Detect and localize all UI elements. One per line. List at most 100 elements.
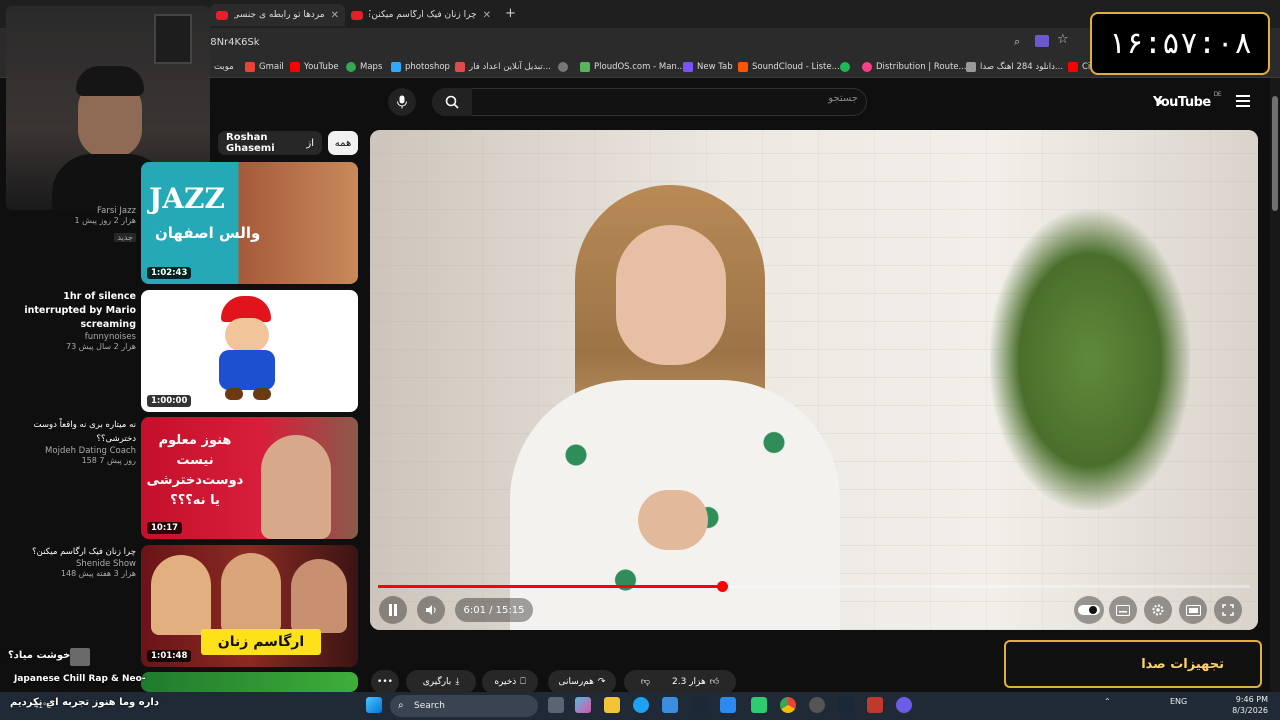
- scrollbar-thumb[interactable]: [1272, 96, 1278, 211]
- bookmark-item[interactable]: دانلود 284 اهنگ صدا...: [966, 59, 1063, 75]
- globe-icon: [558, 62, 568, 72]
- bookmark-item[interactable]: Ci: [1068, 59, 1090, 75]
- bookmark-label: Maps: [360, 62, 383, 72]
- chip-from-channel[interactable]: Roshan Ghasemi از: [218, 131, 322, 155]
- share-button[interactable]: هم‌رسانی ↷: [548, 670, 616, 694]
- browser-tab-active[interactable]: مردها تو رابطه ی جنسی چیا ... ✕: [210, 4, 345, 26]
- bookmark-label: photoshop: [405, 62, 450, 72]
- volume-button[interactable]: [417, 596, 445, 624]
- video-thumbnail[interactable]: 1:00:00: [141, 290, 358, 412]
- edge-icon[interactable]: [633, 697, 649, 713]
- mario-shoe: [225, 388, 243, 400]
- tray-chevron-icon[interactable]: ⌃: [1104, 697, 1111, 706]
- subtitles-button[interactable]: [1109, 596, 1137, 624]
- browser-tab[interactable]: چرا زنان فیک ارگاسم میکنن؟ - be ✕: [345, 4, 497, 26]
- close-tab-icon[interactable]: ✕: [331, 10, 339, 21]
- zoom-icon[interactable]: ⌕: [1014, 35, 1020, 49]
- file-explorer-icon[interactable]: [604, 697, 620, 713]
- search-button[interactable]: [432, 88, 472, 116]
- ploudos-icon: [580, 62, 590, 72]
- youtube-logo[interactable]: YouTube DE: [1150, 91, 1222, 112]
- settings-button[interactable]: [1144, 596, 1172, 624]
- channel-name: funnynoises: [84, 332, 136, 342]
- autoplay-toggle[interactable]: [1074, 596, 1104, 624]
- bookmark-item[interactable]: PloudOS.com - Man...: [580, 59, 685, 75]
- theater-mode-button[interactable]: [1179, 596, 1207, 624]
- guest-figure: [291, 559, 347, 633]
- chip-all[interactable]: همه: [328, 131, 358, 155]
- taskbar-clock[interactable]: 9:46 PM 8/3/2026: [1232, 694, 1268, 716]
- copilot-icon[interactable]: [575, 697, 591, 713]
- task-view-icon[interactable]: [548, 697, 564, 713]
- language-indicator[interactable]: ENG: [1170, 697, 1187, 706]
- store-icon[interactable]: [662, 697, 678, 713]
- pause-button[interactable]: [379, 596, 407, 624]
- app-icon[interactable]: [720, 697, 736, 713]
- mario-face: [225, 318, 269, 352]
- extension-icon[interactable]: [1035, 35, 1049, 47]
- fullscreen-button[interactable]: [1214, 596, 1242, 624]
- close-tab-icon[interactable]: ✕: [483, 10, 491, 21]
- bookmark-label: New Tab: [697, 62, 733, 72]
- taskbar-search[interactable]: Search: [390, 695, 538, 717]
- bookmark-item[interactable]: Gmail: [245, 59, 284, 75]
- bookmark-star-icon[interactable]: ☆: [1057, 32, 1069, 47]
- video-duration: 1:02:43: [147, 267, 192, 279]
- progress-scrubber[interactable]: [717, 581, 728, 592]
- presenter-figure: [261, 435, 331, 539]
- new-tab-icon: [683, 62, 693, 72]
- video-info[interactable]: چرا زنان فیک ارگاسم میکنن؟ Shenide Show …: [0, 545, 136, 578]
- url-field[interactable]: /A8Nr4K6Sk: [200, 33, 1080, 51]
- bookmark-item[interactable]: photoshop: [391, 59, 450, 75]
- video-thumbnail[interactable]: JAZZ والس اصفهان 1:02:43: [141, 162, 358, 284]
- presenter-hands: [638, 490, 708, 550]
- bookmark-item[interactable]: YouTube: [290, 59, 339, 75]
- like-dislike-group: 👎︎ 2.3 هزار 👍︎: [624, 670, 736, 694]
- new-tab-button[interactable]: +: [505, 6, 516, 21]
- thumbnail-title: ارگاسم زنان: [201, 629, 321, 655]
- save-button[interactable]: ذخیره ⎕: [482, 670, 538, 694]
- chrome-icon[interactable]: [780, 697, 796, 713]
- bookmark-item[interactable]: تبدیل آنلاین اعداد فار...: [455, 59, 551, 75]
- clock-overlay: ١۶:۵٧:٠٨: [1090, 12, 1270, 75]
- video-info[interactable]: نه میتاره بری نه واقعاً دوست دخترشی؟؟ Mo…: [0, 418, 136, 465]
- video-meta: 148 هزار 3 هفته پیش: [60, 569, 136, 578]
- bookmark-label: YouTube: [304, 62, 339, 72]
- chat-message: خوشت میاد؟: [8, 650, 71, 661]
- bookmark-item[interactable]: Maps: [346, 59, 382, 75]
- video-meta: 73 هزار 2 سال پیش: [66, 342, 136, 351]
- bookmark-item[interactable]: موبت: [214, 59, 234, 75]
- subtitles-icon: [1116, 604, 1130, 616]
- video-info[interactable]: 1hr of silence interrupted by Mario scre…: [0, 290, 136, 351]
- video-player[interactable]: [370, 130, 1258, 630]
- bookmark-item[interactable]: New Tab: [683, 59, 733, 75]
- bookmark-item[interactable]: [558, 59, 568, 75]
- guest-figure: [221, 553, 281, 633]
- dislike-icon[interactable]: 👎︎: [641, 677, 650, 687]
- steam-icon[interactable]: [691, 697, 707, 713]
- autoplay-icon: [1078, 605, 1100, 615]
- like-icon[interactable]: 👍︎: [710, 677, 719, 687]
- video-thumbnail[interactable]: ارگاسم زنان 1:01:48: [141, 545, 358, 667]
- bookmark-item[interactable]: Distribution | Route...: [862, 59, 967, 75]
- start-icon[interactable]: [366, 697, 382, 713]
- chip-from-label: از: [306, 137, 314, 149]
- bookmark-item[interactable]: SoundCloud - Liste...: [738, 59, 840, 75]
- app-icon[interactable]: [896, 697, 912, 713]
- app-icon[interactable]: [867, 697, 883, 713]
- steam-icon[interactable]: [838, 697, 854, 713]
- taskbar-time: 9:46 PM: [1235, 695, 1268, 704]
- download-button[interactable]: بارگیری ⤓: [406, 670, 476, 694]
- video-thumbnail[interactable]: [141, 672, 358, 692]
- search-input[interactable]: جستجو: [720, 93, 858, 111]
- obs-icon[interactable]: [809, 697, 825, 713]
- bookmark-label: تبدیل آنلاین اعداد فار...: [469, 62, 551, 72]
- hamburger-menu-icon[interactable]: [1236, 95, 1250, 107]
- app-icon[interactable]: [751, 697, 767, 713]
- video-thumbnail[interactable]: هنوز معلوم نیست دوست‌دخترشی یا نه؟؟؟ 10:…: [141, 417, 358, 539]
- voice-search-button[interactable]: [388, 88, 416, 116]
- bookmark-item[interactable]: [840, 59, 850, 75]
- video-info[interactable]: Farsi Jazz 1 هزار 2 روز پیش جدید: [0, 206, 136, 244]
- more-actions-button[interactable]: •••: [371, 670, 399, 694]
- channel-name: Mojdeh Dating Coach: [45, 446, 136, 456]
